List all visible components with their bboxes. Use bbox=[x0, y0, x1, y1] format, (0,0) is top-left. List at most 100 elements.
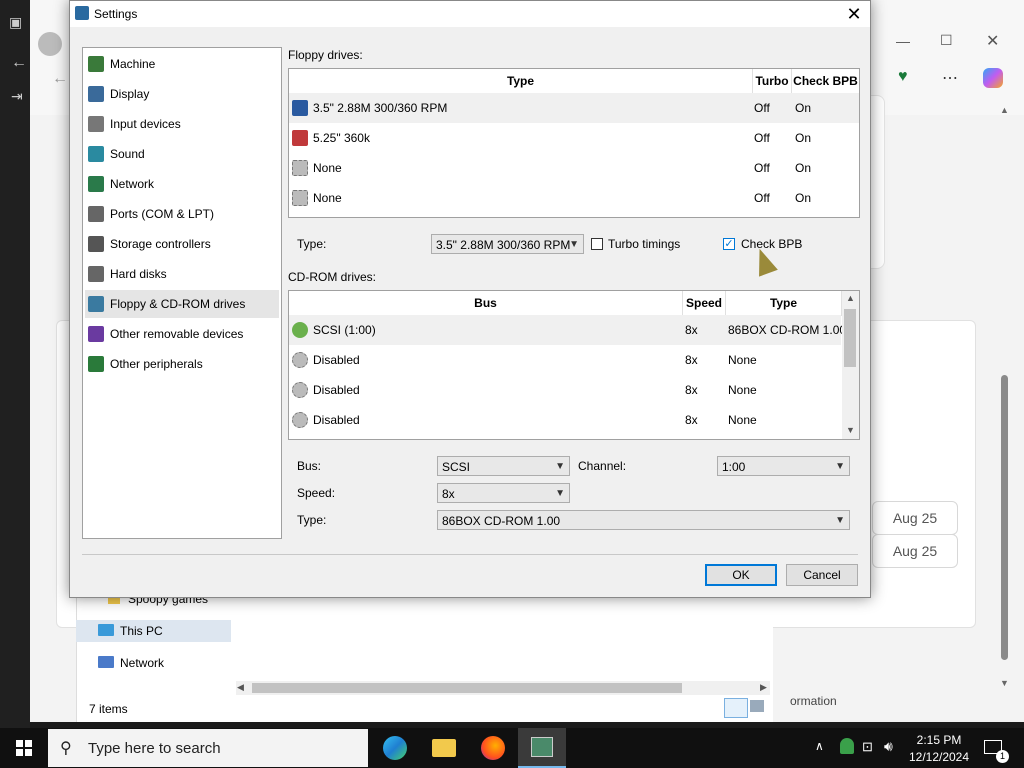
column-header-bus[interactable]: Bus bbox=[289, 291, 683, 316]
column-header-turbo[interactable]: Turbo bbox=[753, 69, 792, 94]
table-row[interactable]: 5.25" 360k Off On bbox=[289, 123, 859, 153]
date-cell: Aug 25 bbox=[872, 534, 958, 568]
table-row[interactable]: Disabled 8x None bbox=[289, 345, 841, 375]
nav-item-label: Floppy & CD-ROM drives bbox=[110, 297, 246, 311]
cancel-button[interactable]: Cancel bbox=[786, 564, 858, 586]
network-tray-icon[interactable]: ⊡ bbox=[862, 739, 873, 755]
cdrom-vertical-scrollbar[interactable]: ▲ ▼ bbox=[842, 291, 859, 439]
cdrom-bus-cell: Disabled bbox=[313, 413, 360, 427]
disabled-drive-icon bbox=[292, 412, 308, 428]
floppy-cdrom-icon bbox=[88, 296, 104, 312]
taskbar-86box-app[interactable] bbox=[518, 728, 566, 768]
scroll-down-icon[interactable]: ▼ bbox=[846, 425, 855, 435]
scroll-right-icon[interactable]: ▶ bbox=[760, 682, 767, 693]
table-row[interactable]: None Off On bbox=[289, 183, 859, 213]
file-explorer-icon[interactable] bbox=[432, 739, 456, 757]
turbo-timings-label[interactable]: Turbo timings bbox=[608, 237, 680, 251]
clock-time[interactable]: 2:15 PM bbox=[900, 733, 978, 747]
nav-item-display[interactable]: Display bbox=[85, 80, 279, 108]
windows-start-icon[interactable] bbox=[16, 740, 32, 756]
scroll-up-icon[interactable]: ▲ bbox=[1000, 105, 1009, 115]
background-app-sidebar: ▣ ← ⇥ bbox=[0, 0, 30, 728]
floppy-turbo-cell: Off bbox=[754, 191, 770, 205]
channel-label: Channel: bbox=[578, 459, 627, 473]
scrollbar-thumb[interactable] bbox=[844, 309, 856, 367]
check-bpb-label[interactable]: Check BPB bbox=[741, 237, 802, 251]
volume-icon[interactable]: 🔊︎ bbox=[884, 738, 893, 755]
floppy-turbo-cell: Off bbox=[754, 161, 770, 175]
floppy-bpb-cell: On bbox=[795, 161, 812, 175]
explorer-scroll-thumb[interactable] bbox=[252, 683, 682, 693]
copilot-icon[interactable] bbox=[983, 68, 1003, 88]
speed-select[interactable]: 8x ▼ bbox=[437, 483, 570, 503]
nav-item-network[interactable]: Network bbox=[85, 170, 279, 198]
browser-back-icon[interactable]: ← bbox=[52, 70, 68, 88]
channel-value: 1:00 bbox=[722, 460, 746, 474]
table-row[interactable]: Disabled 8x None bbox=[289, 375, 841, 405]
bus-label: Bus: bbox=[297, 459, 322, 473]
profile-avatar[interactable] bbox=[38, 32, 62, 56]
more-options-icon[interactable]: ⋯ bbox=[942, 68, 958, 88]
nav-item-floppy-cdrom[interactable]: Floppy & CD-ROM drives bbox=[85, 290, 279, 318]
people-icon[interactable] bbox=[840, 738, 854, 754]
table-row[interactable]: None Off On bbox=[289, 153, 859, 183]
network-nav-label[interactable]: Network bbox=[120, 656, 164, 670]
cdrom-type-value: 86BOX CD-ROM 1.00 bbox=[442, 514, 561, 528]
background-scrollbar-thumb[interactable] bbox=[1001, 375, 1008, 660]
nav-item-sound[interactable]: Sound bbox=[85, 140, 279, 168]
health-icon[interactable]: ♥ bbox=[898, 68, 908, 86]
cdrom-type-cell: None bbox=[728, 383, 757, 397]
chevron-down-icon: ▼ bbox=[555, 461, 565, 472]
tab-actions-icon[interactable]: ▣ bbox=[9, 14, 22, 31]
table-row[interactable]: 3.5" 2.88M 300/360 RPM Off On bbox=[289, 93, 859, 123]
nav-item-ports[interactable]: Ports (COM & LPT) bbox=[85, 200, 279, 228]
cdrom-speed-cell: 8x bbox=[685, 323, 698, 337]
nav-item-removable-devices[interactable]: Other removable devices bbox=[85, 320, 279, 348]
cdrom-speed-cell: 8x bbox=[685, 413, 698, 427]
floppy-35-icon bbox=[292, 100, 308, 116]
nav-item-label: Network bbox=[110, 177, 155, 191]
cdrom-drives-label: CD-ROM drives: bbox=[288, 270, 377, 284]
column-header-cdrom-type[interactable]: Type bbox=[726, 291, 842, 316]
firefox-icon[interactable] bbox=[481, 736, 505, 760]
scroll-left-icon[interactable]: ◀ bbox=[237, 682, 244, 693]
nav-item-input-devices[interactable]: Input devices bbox=[85, 110, 279, 138]
disabled-drive-icon bbox=[292, 382, 308, 398]
close-icon[interactable]: ✕ bbox=[842, 3, 866, 25]
nav-item-peripherals[interactable]: Other peripherals bbox=[85, 350, 279, 378]
minimize-icon[interactable]: — bbox=[896, 33, 910, 49]
floppy-type-select[interactable]: 3.5" 2.88M 300/360 RPM ▼ bbox=[431, 234, 584, 254]
nav-item-storage-controllers[interactable]: Storage controllers bbox=[85, 230, 279, 258]
column-header-speed[interactable]: Speed bbox=[683, 291, 726, 316]
dialog-titlebar[interactable]: Settings ✕ bbox=[70, 1, 870, 27]
floppy-drives-table: Type Turbo Check BPB 3.5" 2.88M 300/360 … bbox=[288, 68, 860, 218]
maximize-icon[interactable]: ☐ bbox=[940, 32, 953, 49]
details-view-icon[interactable] bbox=[724, 698, 748, 718]
check-bpb-checkbox[interactable]: ✓ bbox=[723, 238, 735, 250]
turbo-timings-checkbox[interactable] bbox=[591, 238, 603, 250]
table-row[interactable]: Disabled 8x None bbox=[289, 405, 841, 435]
close-window-icon[interactable]: ✕ bbox=[986, 31, 999, 51]
nav-item-machine[interactable]: Machine bbox=[85, 50, 279, 78]
cdrom-type-select[interactable]: 86BOX CD-ROM 1.00 ▼ bbox=[437, 510, 850, 530]
scroll-down-icon[interactable]: ▼ bbox=[1000, 678, 1009, 688]
edge-icon[interactable] bbox=[383, 736, 407, 760]
sign-in-icon[interactable]: ⇥ bbox=[11, 88, 23, 105]
nav-item-hard-disks[interactable]: Hard disks bbox=[85, 260, 279, 288]
bus-select[interactable]: SCSI ▼ bbox=[437, 456, 570, 476]
channel-select[interactable]: 1:00 ▼ bbox=[717, 456, 850, 476]
clock-date[interactable]: 12/12/2024 bbox=[900, 750, 978, 764]
table-row[interactable]: SCSI (1:00) 8x 86BOX CD-ROM 1.00 bbox=[289, 315, 846, 345]
chevron-up-icon[interactable]: ∧ bbox=[815, 739, 824, 753]
large-icons-view-icon[interactable] bbox=[750, 700, 764, 712]
disabled-drive-icon bbox=[292, 160, 308, 176]
column-header-check-bpb[interactable]: Check BPB bbox=[792, 69, 859, 94]
floppy-turbo-cell: Off bbox=[754, 101, 770, 115]
search-placeholder: Type here to search bbox=[88, 740, 221, 757]
background-file-explorer bbox=[76, 596, 773, 722]
column-header-type[interactable]: Type bbox=[289, 69, 753, 94]
scroll-up-icon[interactable]: ▲ bbox=[846, 293, 855, 303]
nav-item-label: Hard disks bbox=[110, 267, 167, 281]
back-icon[interactable]: ← bbox=[11, 54, 27, 72]
ok-button[interactable]: OK bbox=[705, 564, 777, 586]
